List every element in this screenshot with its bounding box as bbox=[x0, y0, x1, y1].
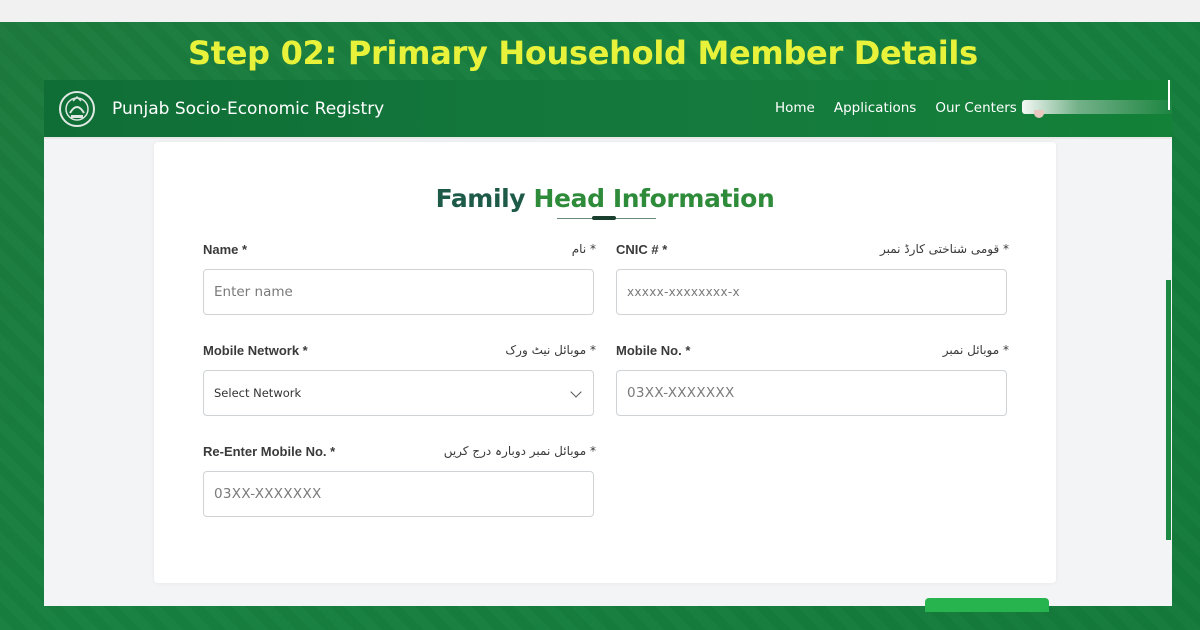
punjab-emblem-icon bbox=[59, 91, 95, 127]
name-input[interactable]: Enter name bbox=[203, 269, 594, 315]
scrollbar[interactable] bbox=[1166, 280, 1171, 540]
cnic-label-urdu: * قومی شناختی کارڈ نمبر bbox=[879, 242, 1009, 256]
mobile-network-label-urdu: * موبائل نیٹ ورک bbox=[505, 343, 596, 357]
family-head-form-card: Family Head Information Name * * نام Ent… bbox=[154, 142, 1056, 583]
nav-highlight-streak bbox=[1022, 100, 1172, 114]
cnic-placeholder: xxxxx-xxxxxxxx-x bbox=[627, 285, 740, 299]
re-enter-mobile-placeholder: 03XX-XXXXXXX bbox=[214, 486, 322, 502]
re-enter-mobile-label-urdu: * موبائل نمبر دوبارہ درج کریں bbox=[443, 444, 596, 458]
form-title: Family Head Information bbox=[154, 184, 1056, 213]
re-enter-mobile-input[interactable]: 03XX-XXXXXXX bbox=[203, 471, 594, 517]
cnic-field: CNIC # * * قومی شناختی کارڈ نمبر xxxxx-x… bbox=[616, 242, 1009, 315]
re-enter-mobile-label: Re-Enter Mobile No. * bbox=[203, 444, 336, 459]
re-enter-mobile-field: Re-Enter Mobile No. * * موبائل نمبر دوبا… bbox=[203, 444, 596, 517]
name-field: Name * * نام Enter name bbox=[203, 242, 596, 315]
nav-link-home[interactable]: Home bbox=[775, 100, 815, 116]
brand-name[interactable]: Punjab Socio-Economic Registry bbox=[112, 99, 384, 119]
title-underline-accent bbox=[592, 216, 616, 220]
name-label: Name * bbox=[203, 242, 248, 257]
name-placeholder: Enter name bbox=[214, 284, 293, 300]
banner-title: Step 02: Primary Household Member Detail… bbox=[188, 34, 978, 72]
form-title-part1: Family bbox=[435, 184, 526, 213]
name-label-urdu: * نام bbox=[571, 242, 596, 256]
next-button[interactable] bbox=[925, 598, 1049, 612]
browser-screen: Punjab Socio-Economic Registry Home Appl… bbox=[44, 80, 1172, 606]
nav-links: Home Applications Our Centers bbox=[775, 100, 1036, 116]
mobile-number-field: Mobile No. * * موبائل نمبر 03XX-XXXXXXX bbox=[616, 343, 1009, 416]
nav-link-applications[interactable]: Applications bbox=[834, 100, 916, 116]
cnic-label: CNIC # * bbox=[616, 242, 668, 257]
mobile-number-label: Mobile No. * bbox=[616, 343, 691, 358]
mobile-network-select[interactable]: Select Network bbox=[203, 370, 594, 416]
chevron-down-icon bbox=[570, 386, 582, 398]
nav-link-our-centers[interactable]: Our Centers bbox=[935, 100, 1017, 116]
form-title-part2: Head Information bbox=[533, 184, 775, 213]
top-navbar: Punjab Socio-Economic Registry Home Appl… bbox=[44, 80, 1172, 139]
cnic-input[interactable]: xxxxx-xxxxxxxx-x bbox=[616, 269, 1007, 315]
frame-edge-line bbox=[1168, 80, 1170, 110]
mobile-number-label-urdu: * موبائل نمبر bbox=[942, 343, 1009, 357]
mobile-network-selected: Select Network bbox=[214, 386, 302, 400]
mobile-network-label: Mobile Network * bbox=[203, 343, 308, 358]
nav-dropdown-icon[interactable] bbox=[1034, 110, 1044, 118]
mobile-number-placeholder: 03XX-XXXXXXX bbox=[627, 385, 735, 401]
mobile-network-field: Mobile Network * * موبائل نیٹ ورک Select… bbox=[203, 343, 596, 416]
mobile-number-input[interactable]: 03XX-XXXXXXX bbox=[616, 370, 1007, 416]
